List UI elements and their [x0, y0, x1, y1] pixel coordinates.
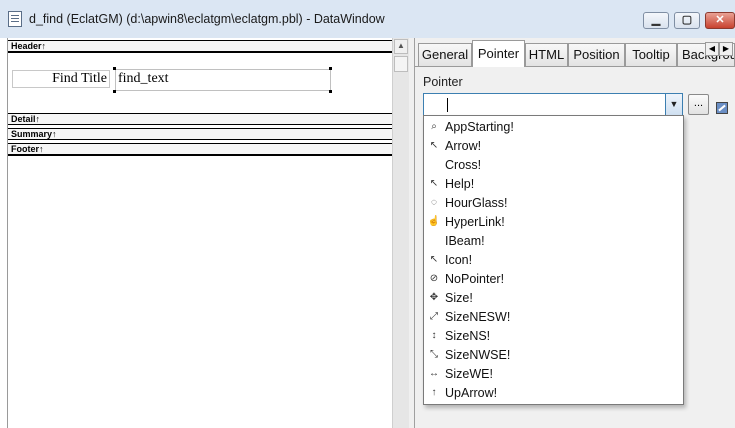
- dropdown-option[interactable]: ⤡ SizeNWSE!: [424, 346, 683, 365]
- maximize-icon: ▢: [681, 14, 693, 26]
- tab-scroll-left-icon[interactable]: ◀: [705, 42, 719, 56]
- pointer-label: Pointer: [423, 75, 463, 89]
- app-starting-cursor-icon: ⌕: [431, 121, 437, 132]
- dropdown-option-label: Icon!: [445, 253, 473, 267]
- close-button[interactable]: ✕: [705, 12, 735, 29]
- scroll-thumb[interactable]: [394, 56, 408, 72]
- size-ns-cursor-icon: ↕: [431, 330, 437, 341]
- find-text-field[interactable]: find_text: [115, 69, 331, 91]
- browse-button[interactable]: ...: [688, 94, 709, 115]
- datawindow-design-pane[interactable]: Header↑ Find Title find_text Detail↑ Sum…: [0, 38, 392, 428]
- dropdown-option-label: AppStarting!: [445, 120, 514, 134]
- close-icon: ✕: [715, 14, 725, 26]
- dropdown-option-label: SizeNESW!: [445, 310, 511, 324]
- selection-handle[interactable]: [113, 67, 116, 70]
- dropdown-option-label: HourGlass!: [445, 196, 508, 210]
- ibeam-cursor-icon: [427, 234, 441, 248]
- arrow-cursor-icon: ↖: [429, 140, 439, 151]
- dropdown-option-label: SizeNS!: [445, 329, 491, 343]
- design-vertical-scrollbar[interactable]: ▲: [392, 38, 409, 428]
- size-cursor-icon: ✥: [429, 292, 439, 303]
- dropdown-option[interactable]: ☝ HyperLink!: [424, 213, 683, 232]
- tab-position[interactable]: Position: [568, 43, 625, 66]
- band-divider: [8, 155, 392, 156]
- band-footer[interactable]: Footer↑: [8, 143, 392, 155]
- dropdown-option[interactable]: ↔ SizeWE!: [424, 365, 683, 384]
- minimize-button[interactable]: ▁: [643, 12, 669, 29]
- dropdown-option[interactable]: ↑ UpArrow!: [424, 384, 683, 403]
- band-divider: [8, 52, 392, 53]
- tab-general[interactable]: General: [418, 43, 472, 66]
- dropdown-option[interactable]: ↖ Icon!: [424, 251, 683, 270]
- hourglass-cursor-icon: ◌: [431, 197, 437, 208]
- dropdown-option[interactable]: Cross!: [424, 156, 683, 175]
- pointer-combobox[interactable]: ▼: [423, 93, 683, 116]
- text-caret: [447, 98, 448, 112]
- dropdown-option-label: NoPointer!: [445, 272, 505, 286]
- band-header[interactable]: Header↑: [8, 40, 392, 52]
- dropdown-option[interactable]: IBeam!: [424, 232, 683, 251]
- minimize-icon: ▁: [651, 14, 661, 26]
- band-detail[interactable]: Detail↑: [8, 113, 392, 125]
- chevron-down-icon[interactable]: ▼: [665, 94, 682, 115]
- no-pointer-cursor-icon: ⊘: [429, 273, 439, 284]
- dropdown-option[interactable]: ↕ SizeNS!: [424, 327, 683, 346]
- selection-handle[interactable]: [329, 90, 332, 93]
- size-we-cursor-icon: ↔: [429, 368, 439, 379]
- size-nwse-cursor-icon: ⤡: [430, 349, 438, 360]
- dropdown-option-label: Cross!: [445, 158, 482, 172]
- find-title-label[interactable]: Find Title: [12, 70, 110, 88]
- dropdown-option-label: Help!: [445, 177, 475, 191]
- selection-handle[interactable]: [329, 67, 332, 70]
- size-nesw-cursor-icon: ⤢: [430, 311, 438, 322]
- dropdown-option-label: SizeWE!: [445, 367, 493, 381]
- dropdown-option-label: SizeNWSE!: [445, 348, 511, 362]
- dropdown-option[interactable]: ◌ HourGlass!: [424, 194, 683, 213]
- icon-cursor-icon: ↖: [429, 254, 439, 265]
- dropdown-option[interactable]: ↖ Help!: [424, 175, 683, 194]
- tab-html[interactable]: HTML: [525, 43, 568, 66]
- cross-cursor-icon: [427, 158, 441, 172]
- dropdown-option-label: IBeam!: [445, 234, 485, 248]
- dropdown-option[interactable]: ⊘ NoPointer!: [424, 270, 683, 289]
- dropdown-option-label: HyperLink!: [445, 215, 505, 229]
- dropdown-option-label: Arrow!: [445, 139, 482, 153]
- expression-icon[interactable]: [716, 102, 728, 114]
- scroll-up-icon[interactable]: ▲: [394, 39, 408, 54]
- dropdown-option[interactable]: ⌕ AppStarting!: [424, 118, 683, 137]
- band-summary[interactable]: Summary↑: [8, 128, 392, 140]
- hand-cursor-icon: ☝: [427, 216, 441, 227]
- up-arrow-cursor-icon: ↑: [431, 387, 437, 398]
- datawindow-icon: [8, 11, 22, 27]
- dropdown-option-label: Size!: [445, 291, 473, 305]
- maximize-button[interactable]: ▢: [674, 12, 700, 29]
- tab-pointer[interactable]: Pointer: [472, 40, 525, 67]
- tab-scroll-right-icon[interactable]: ▶: [719, 42, 733, 56]
- tab-tooltip[interactable]: Tooltip: [625, 43, 677, 66]
- pointer-dropdown-list[interactable]: ⌕ AppStarting! ↖ Arrow! Cross! ↖ Help! ◌ HourGla…: [423, 115, 684, 405]
- dropdown-option[interactable]: ↖ Arrow!: [424, 137, 683, 156]
- dropdown-option[interactable]: ✥ Size!: [424, 289, 683, 308]
- help-cursor-icon: ↖: [429, 178, 439, 189]
- selection-handle[interactable]: [113, 90, 116, 93]
- dropdown-option[interactable]: ⤢ SizeNESW!: [424, 308, 683, 327]
- title-bar: d_find (EclatGM) (d:\apwin8\eclatgm\ecla…: [0, 0, 735, 39]
- window-title: d_find (EclatGM) (d:\apwin8\eclatgm\ecla…: [29, 12, 385, 26]
- design-left-rule: [7, 38, 8, 428]
- dropdown-option-label: UpArrow!: [445, 386, 498, 400]
